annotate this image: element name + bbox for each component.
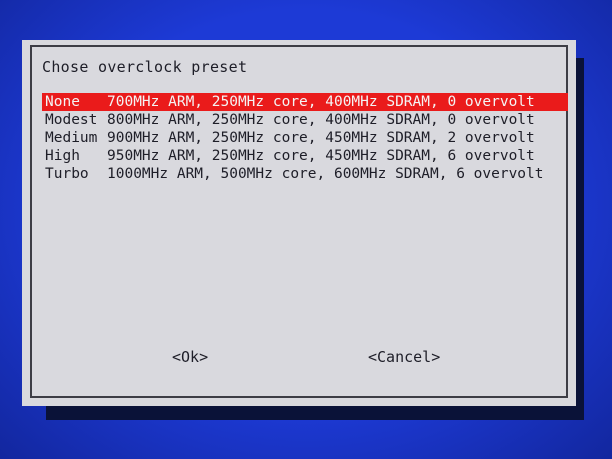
preset-description: 1000MHz ARM, 500MHz core, 600MHz SDRAM, … xyxy=(107,166,544,182)
preset-list: None 700MHz ARM, 250MHz core, 400MHz SDR… xyxy=(42,93,568,183)
overclock-dialog: Chose overclock preset None 700MHz ARM, … xyxy=(22,40,576,406)
preset-description: 800MHz ARM, 250MHz core, 400MHz SDRAM, 0… xyxy=(107,112,535,128)
cancel-button[interactable]: <Cancel> xyxy=(368,348,440,366)
preset-row-medium[interactable]: Medium 900MHz ARM, 250MHz core, 450MHz S… xyxy=(42,129,568,147)
preset-row-none[interactable]: None 700MHz ARM, 250MHz core, 400MHz SDR… xyxy=(42,93,568,111)
preset-name: Turbo xyxy=(45,166,89,182)
preset-name: None xyxy=(45,94,80,110)
preset-row-turbo[interactable]: Turbo 1000MHz ARM, 500MHz core, 600MHz S… xyxy=(42,165,568,183)
preset-name: High xyxy=(45,148,80,164)
ok-button[interactable]: <Ok> xyxy=(172,348,208,366)
dialog-title: Chose overclock preset xyxy=(42,58,248,76)
preset-name: Modest xyxy=(45,112,98,128)
preset-row-modest[interactable]: Modest 800MHz ARM, 250MHz core, 400MHz S… xyxy=(42,111,568,129)
preset-description: 900MHz ARM, 250MHz core, 450MHz SDRAM, 2… xyxy=(107,130,535,146)
preset-description: 950MHz ARM, 250MHz core, 450MHz SDRAM, 6… xyxy=(107,148,535,164)
preset-description: 700MHz ARM, 250MHz core, 400MHz SDRAM, 0… xyxy=(107,94,535,110)
preset-name: Medium xyxy=(45,130,98,146)
preset-row-high[interactable]: High 950MHz ARM, 250MHz core, 450MHz SDR… xyxy=(42,147,568,165)
